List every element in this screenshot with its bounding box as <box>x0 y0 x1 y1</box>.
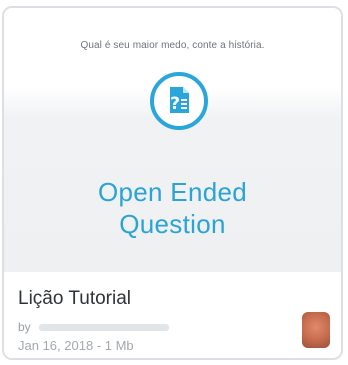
user-avatar[interactable] <box>302 312 330 348</box>
svg-text:?: ? <box>170 94 180 114</box>
question-type-label: Open Ended Question <box>4 176 341 240</box>
question-preview[interactable]: Qual é seu maior medo, conte a história.… <box>4 8 341 273</box>
author-row: by <box>18 320 169 334</box>
type-label-text: Open Ended Question <box>97 177 247 239</box>
question-document-icon: ? <box>150 72 208 130</box>
lesson-card[interactable]: Qual é seu maior medo, conte a história.… <box>2 6 343 360</box>
question-text: Qual é seu maior medo, conte a história. <box>80 40 265 51</box>
lesson-meta: Jan 16, 2018 - 1 Mb <box>18 338 134 353</box>
lesson-info: Lição Tutorial by Jan 16, 2018 - 1 Mb <box>4 272 341 358</box>
author-prefix: by <box>18 320 31 334</box>
author-name-redacted <box>38 323 169 331</box>
lesson-title[interactable]: Lição Tutorial <box>18 288 131 310</box>
